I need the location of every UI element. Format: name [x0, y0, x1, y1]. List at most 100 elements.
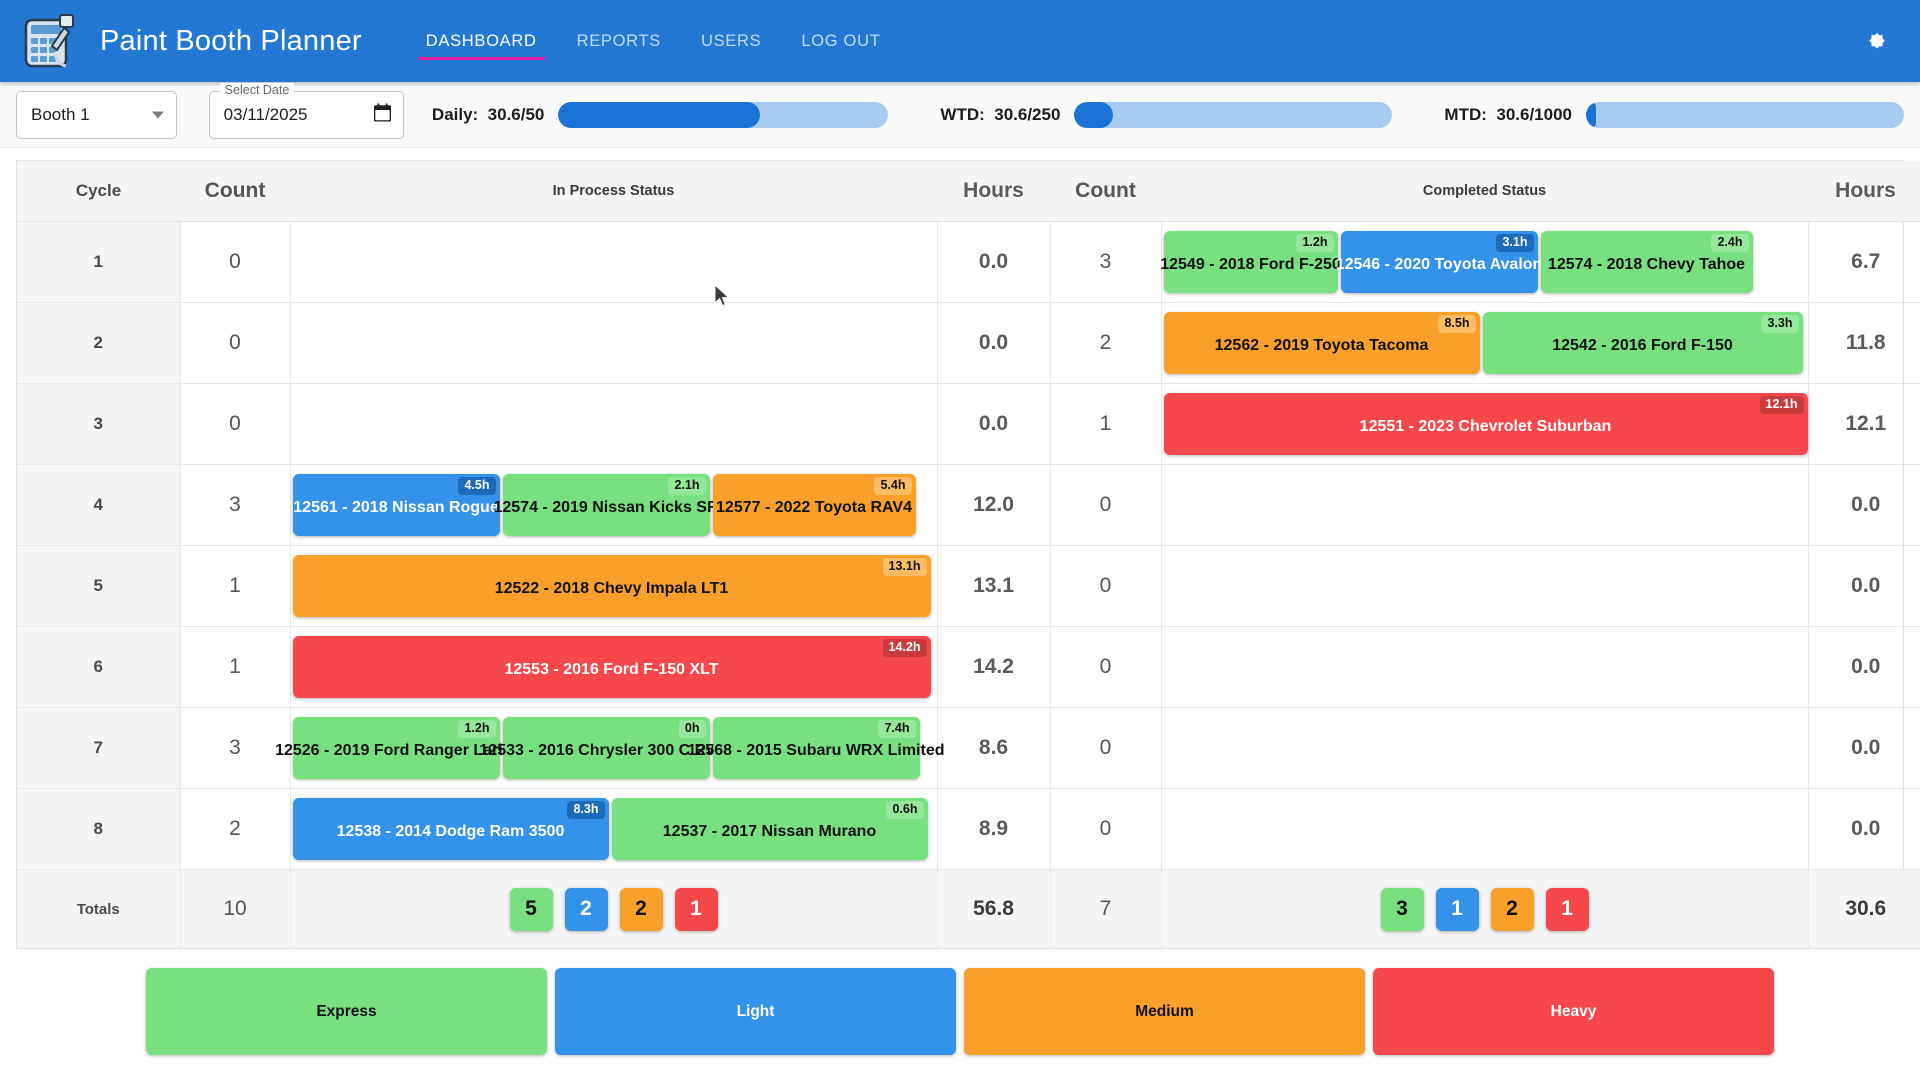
- chip-label: 12549 - 2018 Ford F-250: [1160, 256, 1341, 273]
- chip-label: 12553 - 2016 Ford F-150 XLT: [504, 661, 719, 678]
- cell-completed-status: 8.5h 12562 - 2019 Toyota Tacoma 3.3h 12542 …: [1161, 302, 1809, 384]
- severity-count-badge[interactable]: 1: [674, 887, 718, 931]
- chevron-down-icon: [151, 111, 164, 118]
- right-chip-row: [1162, 627, 1808, 707]
- cell-completed-count: 3: [1050, 221, 1162, 303]
- metric-mtd-progress: [1586, 101, 1904, 128]
- table-row: 7 3 1.2h 12526 - 2019 Ford Ranger Lariat 0h 1…: [17, 707, 1920, 789]
- severity-count-badge[interactable]: 2: [619, 887, 663, 931]
- vehicle-chip[interactable]: 3.3h 12542 - 2016 Ford F-150: [1482, 312, 1803, 374]
- comp_badges-totals-badges: 3121: [1162, 870, 1808, 948]
- chip-hours-badge: 14.2h: [882, 639, 927, 657]
- severity-count-badge[interactable]: 2: [564, 887, 608, 931]
- vehicle-chip[interactable]: 8.5h 12562 - 2019 Toyota Tacoma: [1163, 312, 1480, 374]
- vehicle-chip[interactable]: 12.1h 12551 - 2023 Chevrolet Suburban: [1163, 393, 1808, 455]
- cell-completed-hours: 12.1: [1808, 383, 1920, 465]
- totals-row: Totals 10 5 2 2 1 56.8 7 3 1 2 1 30.6: [17, 869, 1920, 949]
- col-completed-status: Completed Status: [1161, 161, 1808, 222]
- chip-label: 12522 - 2018 Chevy Impala LT1: [494, 580, 729, 597]
- cell-completed-hours: 0.0: [1808, 464, 1920, 546]
- in_badges-totals-badges: 5221: [291, 870, 937, 948]
- cell-totals-inprocess-badges: 5221: [290, 869, 938, 949]
- metric-daily-label: Daily: 30.6/50: [431, 104, 545, 124]
- legend-item-medium[interactable]: Medium: [964, 968, 1365, 1055]
- date-field-label: Select Date: [219, 82, 295, 97]
- cell-completed-status: 1.2h 12549 - 2018 Ford F-250 3.1h 12546 - 2…: [1160, 221, 1809, 303]
- legend-item-light[interactable]: Light: [555, 968, 956, 1055]
- chip-hours-badge: 3.1h: [1496, 234, 1534, 252]
- cell-inprocess-count: 0: [180, 221, 291, 303]
- brightness-toggle-icon[interactable]: [1860, 24, 1894, 58]
- cell-completed-hours: 6.7: [1808, 221, 1920, 303]
- vehicle-chip[interactable]: 2.4h 12574 - 2018 Chevy Tahoe: [1540, 231, 1753, 293]
- app-logo-icon: [22, 12, 78, 70]
- cycles-table-container: Cycle Count In Process Status Hours Coun…: [16, 160, 1920, 949]
- left-chip-row: 13.1h 12522 - 2018 Chevy Impala LT1: [291, 546, 937, 626]
- right-chip-row: 8.5h 12562 - 2019 Toyota Tacoma 3.3h 12542 …: [1162, 303, 1808, 383]
- right-chip-row: [1162, 789, 1808, 869]
- left-chip-row: [291, 222, 937, 302]
- nav-item-logout[interactable]: LOG OUT: [781, 0, 900, 82]
- nav-item-reports[interactable]: REPORTS: [557, 0, 681, 82]
- cell-inprocess-hours: 0.0: [937, 302, 1051, 384]
- right-chip-row: [1162, 546, 1808, 626]
- chip-label: 12568 - 2015 Subaru WRX Limited: [687, 742, 945, 759]
- chip-label: 12538 - 2014 Dodge Ram 3500: [336, 823, 565, 840]
- chip-label: 12577 - 2022 Toyota RAV4: [716, 499, 912, 516]
- vehicle-chip[interactable]: 4.5h 12561 - 2018 Nissan Rogue: [292, 474, 500, 536]
- nav-item-dashboard[interactable]: DASHBOARD: [406, 0, 557, 82]
- legend-item-express[interactable]: Express: [146, 968, 547, 1055]
- cell-completed-status: [1161, 788, 1809, 870]
- vehicle-chip[interactable]: 0h 12533 - 2016 Chrysler 300 C RWD: [479, 717, 733, 779]
- cell-inprocess-count: 3: [180, 464, 291, 546]
- vehicle-chip[interactable]: 8.3h 12538 - 2014 Dodge Ram 3500: [292, 798, 609, 860]
- cell-completed-status: 12.1h 12551 - 2023 Chevrolet Suburban: [1161, 383, 1809, 465]
- cell-inprocess-status: [290, 221, 938, 303]
- severity-count-badge[interactable]: 5: [509, 887, 553, 931]
- date-field[interactable]: Select Date 03/11/2025: [208, 82, 404, 139]
- table-row: 1 0 0.0 3 1.2h 12549 - 2018 Ford F-250 3.1h 125…: [17, 221, 1920, 303]
- metric-daily-progress: [558, 101, 889, 128]
- cell-completed-status: [1161, 464, 1809, 546]
- booth-select-value: Booth 1: [31, 104, 90, 124]
- vehicle-chip[interactable]: 13.1h 12522 - 2018 Chevy Impala LT1: [292, 555, 931, 617]
- cell-inprocess-count: 0: [180, 302, 291, 384]
- table-row: 8 2 8.3h 12538 - 2014 Dodge Ram 3500 0.6h 125…: [17, 788, 1920, 870]
- severity-count-badge[interactable]: 1: [1435, 887, 1479, 931]
- cell-cycle: 3: [17, 383, 181, 465]
- severity-count-badge[interactable]: 3: [1380, 887, 1424, 931]
- vehicle-chip[interactable]: 1.2h 12549 - 2018 Ford F-250: [1160, 231, 1341, 293]
- vehicle-chip[interactable]: 2.1h 12574 - 2019 Nissan Kicks SR: [493, 474, 719, 536]
- booth-select[interactable]: Booth 1: [16, 90, 177, 139]
- chip-label: 12537 - 2017 Nissan Murano: [662, 823, 877, 840]
- chip-hours-badge: 12.1h: [1759, 396, 1804, 414]
- chip-hours-badge: 0.6h: [886, 801, 924, 819]
- cell-totals-completed-hours: 30.6: [1808, 869, 1920, 949]
- nav-item-users[interactable]: USERS: [681, 0, 781, 82]
- chip-hours-badge: 1.2h: [1296, 234, 1334, 252]
- cell-inprocess-hours: 14.2: [937, 626, 1051, 708]
- cell-completed-count: 0: [1050, 626, 1162, 708]
- date-input[interactable]: 03/11/2025: [224, 105, 308, 125]
- legend-item-heavy[interactable]: Heavy: [1373, 968, 1774, 1055]
- cell-inprocess-count: 2: [180, 788, 291, 870]
- cell-inprocess-hours: 8.9: [937, 788, 1051, 870]
- vehicle-chip[interactable]: 7.4h 12568 - 2015 Subaru WRX Limited: [688, 717, 945, 779]
- calendar-icon[interactable]: [373, 103, 392, 126]
- vehicle-chip[interactable]: 0.6h 12537 - 2017 Nissan Murano: [611, 798, 928, 860]
- cell-cycle: 5: [17, 545, 181, 627]
- col-inprocess-count: Count: [180, 161, 290, 222]
- cell-cycle: 6: [17, 626, 181, 708]
- chip-hours-badge: 2.4h: [1711, 234, 1749, 252]
- cell-completed-count: 2: [1050, 302, 1162, 384]
- chip-hours-badge: 3.3h: [1761, 315, 1799, 333]
- cell-inprocess-count: 3: [180, 707, 291, 789]
- vehicle-chip[interactable]: 14.2h 12553 - 2016 Ford F-150 XLT: [292, 636, 931, 698]
- severity-count-badge[interactable]: 1: [1545, 887, 1589, 931]
- vehicle-chip[interactable]: 5.4h 12577 - 2022 Toyota RAV4: [712, 474, 916, 536]
- table-header-row: Cycle Count In Process Status Hours Coun…: [17, 161, 1920, 222]
- vehicle-chip[interactable]: 3.1h 12546 - 2020 Toyota Avalon: [1336, 231, 1542, 293]
- vehicle-chip[interactable]: 1.2h 12526 - 2019 Ford Ranger Lariat: [275, 717, 517, 779]
- table-row: 4 3 4.5h 12561 - 2018 Nissan Rogue 2.1h 12574…: [17, 464, 1920, 546]
- severity-count-badge[interactable]: 2: [1490, 887, 1534, 931]
